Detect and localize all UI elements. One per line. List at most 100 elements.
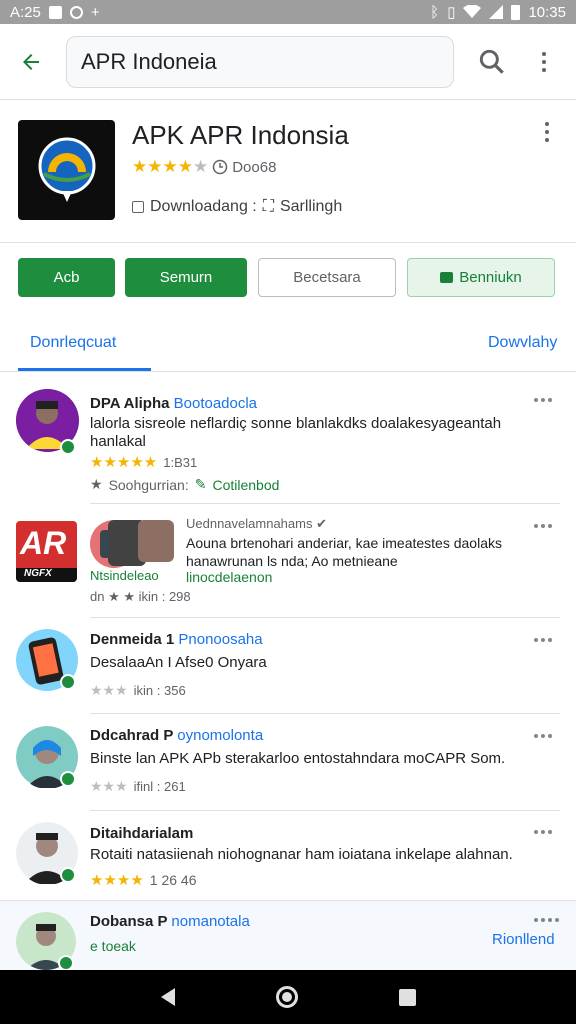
review-meta-link[interactable]: e toeak: [90, 938, 136, 954]
review-meta: ★★★ ifinl : 261: [90, 778, 186, 795]
clock-icon: [212, 159, 228, 175]
divider: [90, 810, 560, 811]
review-more-icon[interactable]: [534, 830, 552, 834]
review-author-sub: oynomolonta: [177, 727, 264, 744]
review-author-sub: Bootoadocla: [173, 395, 258, 412]
app-more-icon[interactable]: [535, 122, 559, 142]
pencil-icon: ✎: [194, 476, 207, 492]
app-rating: ★★★★★ Doo68: [132, 157, 276, 177]
review-author-name: Denmeida 1: [90, 631, 175, 648]
divider: [90, 713, 560, 714]
review-text: Binste lan APK APb sterakarloo entostahn…: [90, 750, 506, 767]
overflow-menu-icon[interactable]: [530, 48, 558, 76]
notification-icon: [48, 5, 62, 19]
review-author[interactable]: Ditaihdarialam: [90, 825, 193, 842]
review-more-icon[interactable]: [534, 398, 552, 402]
rating-stars: ★★★★★: [132, 157, 209, 176]
review-link[interactable]: linocdelaenon: [186, 569, 272, 585]
review-author[interactable]: Denmeida 1 Pnonoosaha: [90, 631, 263, 648]
divider: [90, 617, 560, 618]
app-title: APK APR Indonsia: [132, 120, 349, 150]
developer-icon: ⛶: [262, 198, 274, 215]
action-button-3[interactable]: Becetsara: [258, 258, 396, 297]
developer-name[interactable]: Sarllingh: [280, 198, 342, 216]
review-right-link[interactable]: Rionllend: [492, 931, 555, 948]
review-author-name: Uednnavelamnahams: [186, 516, 313, 531]
app-logo-tile[interactable]: AR NGFX: [16, 521, 77, 582]
app-logo-sub: NGFX: [16, 568, 77, 582]
nav-recents-icon[interactable]: [398, 988, 416, 1006]
review-meta-text: 1 26 46: [149, 872, 197, 888]
review-stars: ★★★★: [90, 872, 144, 889]
search-input[interactable]: APR Indoneia: [66, 36, 454, 88]
status-bar: A:25 + ᛒ ▯ 10:35: [0, 0, 576, 24]
app-icon: [18, 120, 115, 220]
system-nav-bar: [0, 970, 576, 1024]
search-header: APR Indoneia: [0, 24, 576, 100]
review-stars: ★★★: [90, 778, 128, 794]
review-card-footer: [0, 901, 576, 970]
review-rating-row: ★★★★★ 1:B31: [90, 453, 197, 471]
review-meta-text: ifinl : 261: [133, 779, 186, 794]
chat-icon: [440, 272, 454, 283]
review-stars: ★★★: [90, 682, 128, 698]
battery-icon: [511, 4, 521, 20]
review-more-icon[interactable]: [534, 524, 552, 528]
review-author[interactable]: Uednnavelamnahams ✔: [186, 516, 327, 532]
nav-home-icon[interactable]: [275, 986, 298, 1008]
app-download-row: Downloadang : ⛶ Sarllingh: [132, 198, 342, 216]
review-stars: ★★★★★: [90, 454, 158, 471]
action-button-4-label: Benniukn: [459, 269, 522, 286]
verified-check-icon: ✔: [316, 516, 327, 531]
review-author-name: Dobansa P: [90, 913, 168, 930]
review-author-name: DPA Alipha: [90, 395, 170, 412]
signal-icon: [489, 5, 504, 19]
review-author-sub: Pnonoosaha: [178, 631, 263, 648]
review-meta-text: ikin : 356: [133, 683, 186, 698]
action-button-4[interactable]: Benniukn: [407, 258, 555, 297]
review-author[interactable]: DPA Alipha Bootoadocla: [90, 395, 257, 412]
verified-badge-icon: [60, 867, 76, 883]
review-author[interactable]: Ddcahrad P oynomolonta: [90, 727, 263, 744]
review-left-label: Ntsindeleao: [90, 568, 159, 583]
divider: [0, 242, 576, 243]
bluetooth-icon: ᛒ: [430, 3, 440, 21]
review-meta-link[interactable]: Cotilenbod: [212, 477, 279, 493]
review-more-icon[interactable]: [534, 638, 552, 642]
verified-badge-icon: [60, 674, 76, 690]
review-more-icon[interactable]: [534, 918, 559, 922]
sync-icon: [69, 5, 83, 19]
status-time-right: 10:35: [528, 3, 566, 21]
action-button-1[interactable]: Acb: [18, 258, 115, 297]
status-time-left: A:25: [10, 3, 41, 21]
review-text: lalorla sisreole neflardiç sonne blanlak…: [90, 415, 502, 450]
wifi-icon: [463, 5, 482, 18]
action-button-2[interactable]: Semurn: [125, 258, 247, 297]
rating-count: Doo68: [232, 158, 277, 176]
review-stars-text: 1:B31: [163, 454, 198, 470]
search-icon[interactable]: [476, 46, 508, 78]
review-more-icon[interactable]: [534, 734, 552, 738]
tab-left[interactable]: Donrleqcuat: [30, 334, 116, 352]
verified-badge-icon: [60, 439, 76, 455]
vibrate-icon: ▯: [447, 4, 456, 21]
plus-icon: +: [90, 3, 100, 21]
review-text: Rotaiti natasiienah niohognanar ham ioia…: [90, 846, 513, 863]
review-meta: ★★★ ikin : 356: [90, 682, 186, 699]
review-author-sub: nomanotala: [171, 913, 250, 930]
review-text: DesalaaAn I Afse0 Onyara: [90, 654, 267, 671]
review-author-name: Ddcahrad P: [90, 727, 174, 744]
back-arrow-icon[interactable]: [0, 24, 62, 100]
nav-back-icon[interactable]: [160, 988, 175, 1006]
review-meta: ★ Soohgurrian: ✎ Cotilenbod: [90, 476, 279, 493]
tab-right[interactable]: Dowvlahy: [488, 334, 557, 352]
divider: [90, 503, 560, 504]
review-meta-label: Soohgurrian:: [108, 476, 189, 493]
review-meta: ★★★★ 1 26 46: [90, 871, 197, 889]
download-label: Downloadang :: [150, 198, 257, 215]
verified-badge-icon: [58, 955, 74, 971]
review-author[interactable]: Dobansa P nomanotala: [90, 913, 250, 930]
divider: [0, 371, 576, 372]
screenshot-thumb[interactable]: [138, 520, 174, 562]
download-box-icon: [132, 201, 144, 213]
